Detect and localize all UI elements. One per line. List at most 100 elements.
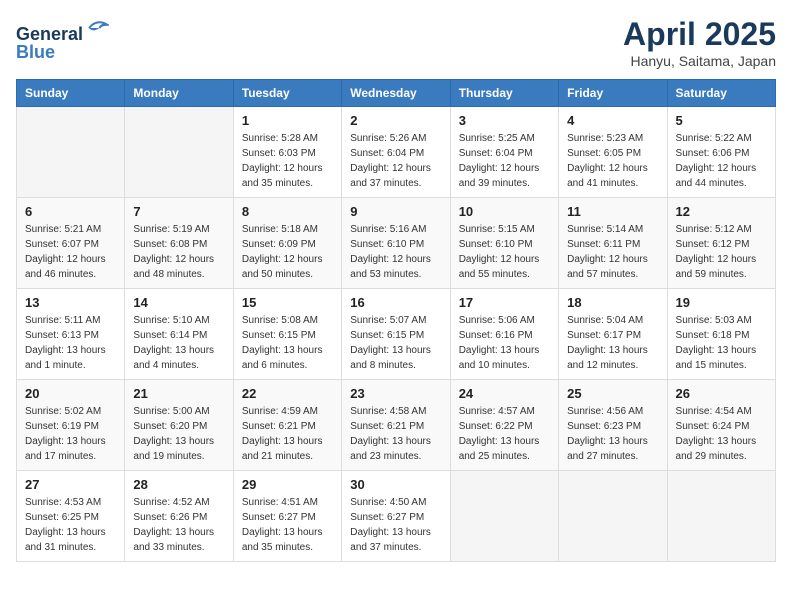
calendar-cell: 16Sunrise: 5:07 AM Sunset: 6:15 PM Dayli…: [342, 289, 450, 380]
day-info: Sunrise: 4:54 AM Sunset: 6:24 PM Dayligh…: [676, 404, 767, 464]
day-info: Sunrise: 5:21 AM Sunset: 6:07 PM Dayligh…: [25, 222, 116, 282]
day-info: Sunrise: 4:53 AM Sunset: 6:25 PM Dayligh…: [25, 495, 116, 555]
calendar-cell: [17, 107, 125, 198]
day-info: Sunrise: 5:15 AM Sunset: 6:10 PM Dayligh…: [459, 222, 550, 282]
calendar-cell: 22 Sunrise: 4:59 AM Sunset: 6:21 PM Dayli…: [233, 380, 341, 471]
day-number: 2: [350, 113, 441, 128]
day-number: 15: [242, 295, 333, 310]
day-number: 4: [567, 113, 658, 128]
calendar: SundayMondayTuesdayWednesdayThursdayFrid…: [16, 79, 776, 562]
day-number: 9: [350, 204, 441, 219]
day-info: Sunrise: 4:59 AM Sunset: 6:21 PM Dayligh…: [242, 404, 333, 464]
day-number: 23: [350, 386, 441, 401]
month-title: April 2025: [623, 16, 776, 53]
calendar-cell: 10 Sunrise: 5:15 AM Sunset: 6:10 PM Dayli…: [450, 198, 558, 289]
day-info: Sunrise: 5:16 AM Sunset: 6:10 PM Dayligh…: [350, 222, 441, 282]
calendar-cell: 19 Sunrise: 5:03 AM Sunset: 6:18 PM Dayli…: [667, 289, 775, 380]
day-info: Sunrise: 5:19 AM Sunset: 6:08 PM Dayligh…: [133, 222, 224, 282]
day-info: Sunrise: 5:08 AM Sunset: 6:15 PM Dayligh…: [242, 313, 333, 373]
calendar-cell: 30 Sunrise: 4:50 AM Sunset: 6:27 PM Dayli…: [342, 471, 450, 562]
day-number: 16: [350, 295, 441, 310]
calendar-cell: 14Sunrise: 5:10 AM Sunset: 6:14 PM Dayli…: [125, 289, 233, 380]
calendar-cell: 20Sunrise: 5:02 AM Sunset: 6:19 PM Dayli…: [17, 380, 125, 471]
day-number: 28: [133, 477, 224, 492]
logo-bird-icon: [85, 16, 109, 40]
day-number: 17: [459, 295, 550, 310]
day-info: Sunrise: 4:50 AM Sunset: 6:27 PM Dayligh…: [350, 495, 441, 555]
calendar-cell: 4 Sunrise: 5:23 AM Sunset: 6:05 PM Daylig…: [559, 107, 667, 198]
weekday-header: Monday: [125, 80, 233, 107]
day-info: Sunrise: 5:10 AM Sunset: 6:14 PM Dayligh…: [133, 313, 224, 373]
day-number: 3: [459, 113, 550, 128]
calendar-week-row: 1Sunrise: 5:28 AM Sunset: 6:03 PM Daylig…: [17, 107, 776, 198]
day-number: 10: [459, 204, 550, 219]
calendar-cell: 15 Sunrise: 5:08 AM Sunset: 6:15 PM Dayli…: [233, 289, 341, 380]
day-number: 27: [25, 477, 116, 492]
calendar-cell: 24 Sunrise: 4:57 AM Sunset: 6:22 PM Dayli…: [450, 380, 558, 471]
weekday-header: Wednesday: [342, 80, 450, 107]
calendar-cell: 28Sunrise: 4:52 AM Sunset: 6:26 PM Dayli…: [125, 471, 233, 562]
day-info: Sunrise: 5:25 AM Sunset: 6:04 PM Dayligh…: [459, 131, 550, 191]
weekday-header: Saturday: [667, 80, 775, 107]
day-number: 13: [25, 295, 116, 310]
day-info: Sunrise: 5:03 AM Sunset: 6:18 PM Dayligh…: [676, 313, 767, 373]
day-number: 19: [676, 295, 767, 310]
calendar-cell: 21 Sunrise: 5:00 AM Sunset: 6:20 PM Dayli…: [125, 380, 233, 471]
day-info: Sunrise: 5:04 AM Sunset: 6:17 PM Dayligh…: [567, 313, 658, 373]
calendar-cell: 5Sunrise: 5:22 AM Sunset: 6:06 PM Daylig…: [667, 107, 775, 198]
day-number: 24: [459, 386, 550, 401]
day-info: Sunrise: 5:23 AM Sunset: 6:05 PM Dayligh…: [567, 131, 658, 191]
day-number: 29: [242, 477, 333, 492]
logo: General Blue: [16, 16, 109, 63]
calendar-cell: [667, 471, 775, 562]
calendar-cell: [450, 471, 558, 562]
day-info: Sunrise: 4:56 AM Sunset: 6:23 PM Dayligh…: [567, 404, 658, 464]
calendar-cell: 11Sunrise: 5:14 AM Sunset: 6:11 PM Dayli…: [559, 198, 667, 289]
day-number: 26: [676, 386, 767, 401]
calendar-cell: 3 Sunrise: 5:25 AM Sunset: 6:04 PM Daylig…: [450, 107, 558, 198]
day-info: Sunrise: 5:02 AM Sunset: 6:19 PM Dayligh…: [25, 404, 116, 464]
day-info: Sunrise: 5:12 AM Sunset: 6:12 PM Dayligh…: [676, 222, 767, 282]
weekday-header: Tuesday: [233, 80, 341, 107]
day-info: Sunrise: 5:14 AM Sunset: 6:11 PM Dayligh…: [567, 222, 658, 282]
calendar-cell: 29 Sunrise: 4:51 AM Sunset: 6:27 PM Dayli…: [233, 471, 341, 562]
day-info: Sunrise: 5:28 AM Sunset: 6:03 PM Dayligh…: [242, 131, 333, 191]
weekday-header: Friday: [559, 80, 667, 107]
day-info: Sunrise: 5:26 AM Sunset: 6:04 PM Dayligh…: [350, 131, 441, 191]
calendar-cell: 25 Sunrise: 4:56 AM Sunset: 6:23 PM Dayli…: [559, 380, 667, 471]
calendar-cell: 12 Sunrise: 5:12 AM Sunset: 6:12 PM Dayli…: [667, 198, 775, 289]
location: Hanyu, Saitama, Japan: [623, 53, 776, 69]
day-info: Sunrise: 4:57 AM Sunset: 6:22 PM Dayligh…: [459, 404, 550, 464]
calendar-cell: 27 Sunrise: 4:53 AM Sunset: 6:25 PM Dayli…: [17, 471, 125, 562]
calendar-week-row: 27 Sunrise: 4:53 AM Sunset: 6:25 PM Dayli…: [17, 471, 776, 562]
header: General Blue April 2025 Hanyu, Saitama, …: [16, 16, 776, 69]
day-number: 7: [133, 204, 224, 219]
day-info: Sunrise: 4:58 AM Sunset: 6:21 PM Dayligh…: [350, 404, 441, 464]
day-info: Sunrise: 5:00 AM Sunset: 6:20 PM Dayligh…: [133, 404, 224, 464]
calendar-cell: 23 Sunrise: 4:58 AM Sunset: 6:21 PM Dayli…: [342, 380, 450, 471]
weekday-header: Thursday: [450, 80, 558, 107]
calendar-week-row: 13 Sunrise: 5:11 AM Sunset: 6:13 PM Dayli…: [17, 289, 776, 380]
calendar-week-row: 6 Sunrise: 5:21 AM Sunset: 6:07 PM Daylig…: [17, 198, 776, 289]
calendar-cell: 8Sunrise: 5:18 AM Sunset: 6:09 PM Daylig…: [233, 198, 341, 289]
calendar-cell: 2 Sunrise: 5:26 AM Sunset: 6:04 PM Daylig…: [342, 107, 450, 198]
day-number: 30: [350, 477, 441, 492]
calendar-header-row: SundayMondayTuesdayWednesdayThursdayFrid…: [17, 80, 776, 107]
day-number: 6: [25, 204, 116, 219]
day-info: Sunrise: 5:11 AM Sunset: 6:13 PM Dayligh…: [25, 313, 116, 373]
day-number: 21: [133, 386, 224, 401]
calendar-cell: 9 Sunrise: 5:16 AM Sunset: 6:10 PM Daylig…: [342, 198, 450, 289]
day-number: 25: [567, 386, 658, 401]
calendar-cell: 7 Sunrise: 5:19 AM Sunset: 6:08 PM Daylig…: [125, 198, 233, 289]
calendar-cell: 26 Sunrise: 4:54 AM Sunset: 6:24 PM Dayli…: [667, 380, 775, 471]
calendar-week-row: 20Sunrise: 5:02 AM Sunset: 6:19 PM Dayli…: [17, 380, 776, 471]
calendar-cell: [559, 471, 667, 562]
calendar-cell: 17Sunrise: 5:06 AM Sunset: 6:16 PM Dayli…: [450, 289, 558, 380]
title-area: April 2025 Hanyu, Saitama, Japan: [623, 16, 776, 69]
calendar-cell: 13 Sunrise: 5:11 AM Sunset: 6:13 PM Dayli…: [17, 289, 125, 380]
day-number: 12: [676, 204, 767, 219]
calendar-cell: [125, 107, 233, 198]
day-info: Sunrise: 4:51 AM Sunset: 6:27 PM Dayligh…: [242, 495, 333, 555]
day-number: 18: [567, 295, 658, 310]
day-number: 22: [242, 386, 333, 401]
